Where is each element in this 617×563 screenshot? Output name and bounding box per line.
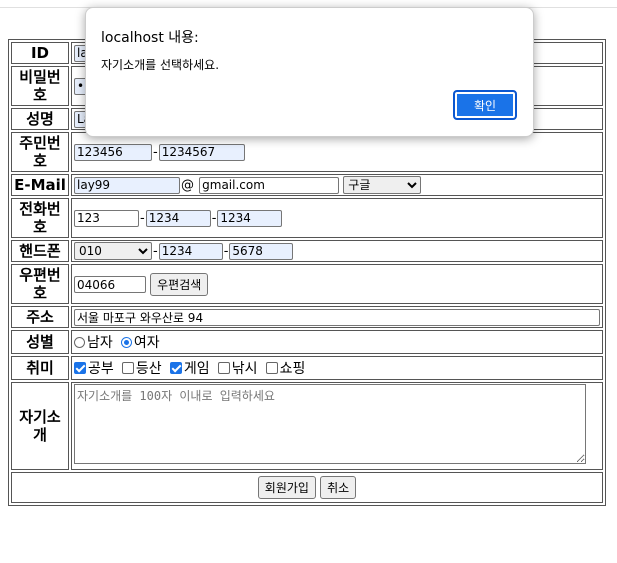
hobby-shopping-option[interactable]: 쇼핑: [265, 358, 306, 378]
hobby-shopping-label: 쇼핑: [279, 361, 306, 377]
hobby-fishing-option[interactable]: 낚시: [217, 358, 258, 378]
row-jumin: 주민번호 -: [11, 132, 603, 172]
hobby-shopping-checkbox[interactable]: [265, 362, 278, 374]
row-email: E-Mail @ 구글: [11, 174, 603, 196]
zip-input[interactable]: [74, 276, 146, 293]
mobile-separator-2: -: [223, 244, 229, 259]
phone-separator-1: -: [140, 211, 145, 226]
zip-search-button[interactable]: 우편검색: [150, 272, 209, 296]
gender-male-radio[interactable]: [74, 336, 85, 348]
phone-part2-input[interactable]: [145, 209, 211, 227]
email-domain-select[interactable]: 구글: [343, 176, 422, 194]
alert-ok-button[interactable]: 확인: [453, 90, 517, 120]
signup-submit-button[interactable]: 회원가입: [257, 476, 316, 499]
row-hobby: 취미 공부 등산 게임 낚시 쇼핑: [11, 356, 603, 380]
phone-part1-input[interactable]: [74, 209, 139, 227]
phone-label: 전화번호: [11, 198, 69, 238]
row-address: 주소: [11, 306, 603, 328]
hobby-study-option[interactable]: 공부: [74, 358, 114, 378]
row-zip: 우편번호 우편검색: [11, 264, 603, 304]
hobby-game-option[interactable]: 게임: [169, 358, 210, 378]
phone-separator-2: -: [211, 211, 217, 226]
hobby-study-label: 공부: [88, 361, 114, 377]
mobile-part3-input[interactable]: [229, 242, 294, 260]
gender-female-radio[interactable]: [120, 336, 132, 348]
cancel-button[interactable]: 취소: [320, 476, 357, 499]
id-label: ID: [11, 42, 69, 64]
alert-dialog: localhost 내용: 자기소개를 선택하세요. 확인: [85, 7, 534, 137]
email-label: E-Mail: [11, 174, 69, 196]
mobile-separator-1: -: [153, 244, 158, 259]
row-actions: 회원가입 취소: [11, 472, 603, 503]
alert-dialog-title: localhost 내용:: [101, 30, 199, 46]
gender-label: 성별: [11, 330, 69, 354]
jumin-front-input[interactable]: [74, 143, 152, 161]
row-mobile: 핸드폰 010--: [11, 240, 603, 262]
name-label: 성명: [11, 108, 69, 130]
intro-label: 자기소개: [11, 382, 69, 470]
hobby-game-checkbox[interactable]: [169, 362, 182, 374]
hobby-hiking-checkbox[interactable]: [121, 362, 134, 374]
intro-textarea[interactable]: [74, 384, 586, 464]
zip-label: 우편번호: [11, 264, 69, 304]
hobby-fishing-checkbox[interactable]: [217, 362, 230, 374]
jumin-back-input[interactable]: [158, 143, 245, 161]
row-intro: 자기소개: [11, 382, 603, 470]
gender-female-label: 여자: [133, 335, 160, 351]
gender-male-label: 남자: [87, 335, 113, 351]
email-domain-input[interactable]: [199, 176, 340, 194]
gender-male-option[interactable]: 남자: [74, 332, 113, 352]
gender-female-option[interactable]: 여자: [120, 332, 160, 352]
hobby-label: 취미: [11, 356, 69, 380]
hobby-study-checkbox[interactable]: [74, 362, 86, 374]
email-at-sign: @: [181, 178, 194, 193]
mobile-carrier-select[interactable]: 010: [74, 242, 152, 260]
row-phone: 전화번호 - -: [11, 198, 603, 238]
row-gender: 성별 남자 여자: [11, 330, 603, 354]
hobby-hiking-label: 등산: [135, 361, 162, 377]
hobby-fishing-label: 낚시: [231, 361, 258, 377]
phone-part3-input[interactable]: [217, 209, 283, 227]
address-label: 주소: [11, 306, 69, 328]
hobby-game-label: 게임: [183, 361, 210, 377]
email-user-input[interactable]: [74, 176, 180, 194]
address-input[interactable]: [74, 308, 600, 326]
alert-dialog-message: 자기소개를 선택하세요.: [101, 58, 220, 72]
jumin-separator: -: [153, 145, 158, 160]
hobby-hiking-option[interactable]: 등산: [121, 358, 162, 378]
mobile-label: 핸드폰: [11, 240, 69, 262]
mobile-part2-input[interactable]: [158, 242, 223, 260]
password-label: 비밀번호: [11, 66, 69, 106]
jumin-label: 주민번호: [11, 132, 69, 172]
